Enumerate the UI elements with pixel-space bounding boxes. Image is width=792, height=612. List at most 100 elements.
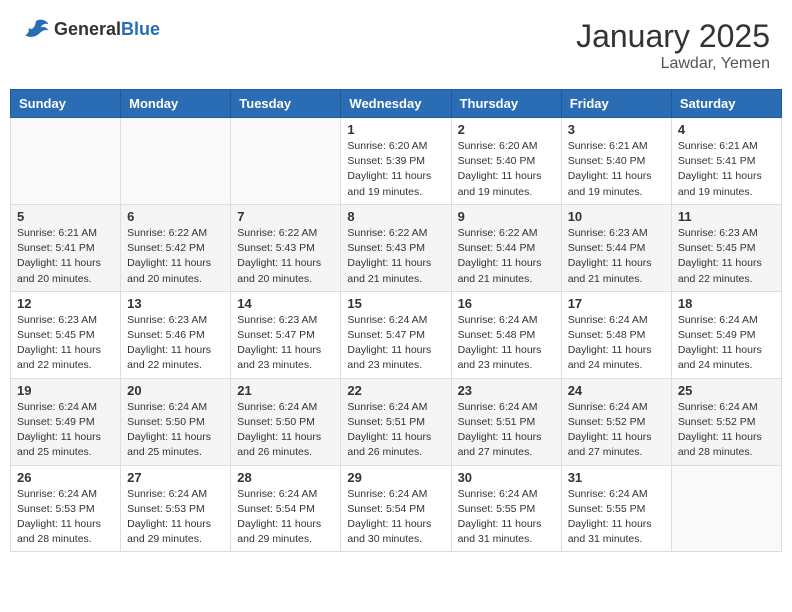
calendar-cell: 22Sunrise: 6:24 AMSunset: 5:51 PMDayligh… (341, 378, 451, 465)
day-info: Sunrise: 6:23 AMSunset: 5:45 PMDaylight:… (678, 226, 775, 287)
calendar-cell: 5 Sunrise: 6:21 AMSunset: 5:41 PMDaylight… (11, 204, 121, 291)
day-info: Sunrise: 6:24 AMSunset: 5:49 PMDaylight:… (678, 313, 775, 374)
day-number: 18 (678, 296, 775, 311)
day-info: Sunrise: 6:23 AMSunset: 5:47 PMDaylight:… (237, 313, 334, 374)
day-number: 24 (568, 383, 665, 398)
day-info: Sunrise: 6:24 AMSunset: 5:47 PMDaylight:… (347, 313, 444, 374)
calendar-cell: 1 Sunrise: 6:20 AMSunset: 5:39 PMDaylight… (341, 118, 451, 205)
weekday-header-friday: Friday (561, 90, 671, 118)
day-number: 8 (347, 209, 444, 224)
day-info: Sunrise: 6:24 AMSunset: 5:48 PMDaylight:… (458, 313, 555, 374)
logo: GeneralBlue (22, 18, 160, 40)
calendar-cell: 28Sunrise: 6:24 AMSunset: 5:54 PMDayligh… (231, 465, 341, 552)
day-info: Sunrise: 6:22 AMSunset: 5:44 PMDaylight:… (458, 226, 555, 287)
day-info: Sunrise: 6:24 AMSunset: 5:50 PMDaylight:… (237, 400, 334, 461)
calendar-cell: 9 Sunrise: 6:22 AMSunset: 5:44 PMDaylight… (451, 204, 561, 291)
day-info: Sunrise: 6:24 AMSunset: 5:54 PMDaylight:… (237, 487, 334, 548)
day-number: 15 (347, 296, 444, 311)
day-number: 10 (568, 209, 665, 224)
calendar-cell: 12Sunrise: 6:23 AMSunset: 5:45 PMDayligh… (11, 291, 121, 378)
day-number: 29 (347, 470, 444, 485)
day-info: Sunrise: 6:24 AMSunset: 5:52 PMDaylight:… (568, 400, 665, 461)
page-header: GeneralBlue January 2025 Lawdar, Yemen (10, 10, 782, 81)
calendar-week-row: 19Sunrise: 6:24 AMSunset: 5:49 PMDayligh… (11, 378, 782, 465)
logo-bird-icon (22, 18, 50, 40)
day-info: Sunrise: 6:21 AMSunset: 5:41 PMDaylight:… (17, 226, 114, 287)
calendar-cell: 25 Sunrise: 6:24 AMSunset: 5:52 PMDayligh… (671, 378, 781, 465)
day-number: 23 (458, 383, 555, 398)
day-info: Sunrise: 6:24 AMSunset: 5:54 PMDaylight:… (347, 487, 444, 548)
day-info: Sunrise: 6:24 AMSunset: 5:55 PMDaylight:… (568, 487, 665, 548)
day-number: 3 (568, 122, 665, 137)
day-info: Sunrise: 6:24 AMSunset: 5:53 PMDaylight:… (17, 487, 114, 548)
day-number: 16 (458, 296, 555, 311)
day-info: Sunrise: 6:24 AMSunset: 5:53 PMDaylight:… (127, 487, 224, 548)
day-info: Sunrise: 6:21 AMSunset: 5:40 PMDaylight:… (568, 139, 665, 200)
day-info: Sunrise: 6:24 AMSunset: 5:49 PMDaylight:… (17, 400, 114, 461)
day-info: Sunrise: 6:21 AMSunset: 5:41 PMDaylight:… (678, 139, 775, 200)
calendar-cell: 20 Sunrise: 6:24 AMSunset: 5:50 PMDayligh… (121, 378, 231, 465)
day-number: 22 (347, 383, 444, 398)
calendar-cell: 17 Sunrise: 6:24 AMSunset: 5:48 PMDayligh… (561, 291, 671, 378)
day-number: 17 (568, 296, 665, 311)
calendar-cell (11, 118, 121, 205)
calendar-cell: 2Sunrise: 6:20 AMSunset: 5:40 PMDaylight… (451, 118, 561, 205)
day-number: 27 (127, 470, 224, 485)
calendar-cell: 4 Sunrise: 6:21 AMSunset: 5:41 PMDaylight… (671, 118, 781, 205)
calendar-cell: 31 Sunrise: 6:24 AMSunset: 5:55 PMDayligh… (561, 465, 671, 552)
day-number: 13 (127, 296, 224, 311)
calendar-cell: 10 Sunrise: 6:23 AMSunset: 5:44 PMDayligh… (561, 204, 671, 291)
calendar-cell: 3 Sunrise: 6:21 AMSunset: 5:40 PMDaylight… (561, 118, 671, 205)
day-info: Sunrise: 6:22 AMSunset: 5:42 PMDaylight:… (127, 226, 224, 287)
calendar-cell: 24 Sunrise: 6:24 AMSunset: 5:52 PMDayligh… (561, 378, 671, 465)
calendar-cell: 19Sunrise: 6:24 AMSunset: 5:49 PMDayligh… (11, 378, 121, 465)
calendar-cell (231, 118, 341, 205)
day-number: 7 (237, 209, 334, 224)
day-info: Sunrise: 6:24 AMSunset: 5:50 PMDaylight:… (127, 400, 224, 461)
day-number: 2 (458, 122, 555, 137)
weekday-header-wednesday: Wednesday (341, 90, 451, 118)
calendar-cell: 29 Sunrise: 6:24 AMSunset: 5:54 PMDayligh… (341, 465, 451, 552)
calendar-cell: 30Sunrise: 6:24 AMSunset: 5:55 PMDayligh… (451, 465, 561, 552)
weekday-header-tuesday: Tuesday (231, 90, 341, 118)
calendar-cell: 26Sunrise: 6:24 AMSunset: 5:53 PMDayligh… (11, 465, 121, 552)
day-number: 5 (17, 209, 114, 224)
calendar-cell: 8 Sunrise: 6:22 AMSunset: 5:43 PMDaylight… (341, 204, 451, 291)
calendar-cell: 14 Sunrise: 6:23 AMSunset: 5:47 PMDayligh… (231, 291, 341, 378)
logo-general-text: General (54, 19, 121, 39)
day-info: Sunrise: 6:24 AMSunset: 5:52 PMDaylight:… (678, 400, 775, 461)
day-info: Sunrise: 6:20 AMSunset: 5:39 PMDaylight:… (347, 139, 444, 200)
day-info: Sunrise: 6:23 AMSunset: 5:46 PMDaylight:… (127, 313, 224, 374)
day-info: Sunrise: 6:23 AMSunset: 5:44 PMDaylight:… (568, 226, 665, 287)
day-info: Sunrise: 6:22 AMSunset: 5:43 PMDaylight:… (347, 226, 444, 287)
calendar-cell: 13 Sunrise: 6:23 AMSunset: 5:46 PMDayligh… (121, 291, 231, 378)
day-number: 31 (568, 470, 665, 485)
calendar-cell: 16 Sunrise: 6:24 AMSunset: 5:48 PMDayligh… (451, 291, 561, 378)
weekday-header-monday: Monday (121, 90, 231, 118)
day-number: 11 (678, 209, 775, 224)
day-number: 25 (678, 383, 775, 398)
day-number: 9 (458, 209, 555, 224)
weekday-header-row: SundayMondayTuesdayWednesdayThursdayFrid… (11, 90, 782, 118)
calendar-week-row: 1 Sunrise: 6:20 AMSunset: 5:39 PMDaylight… (11, 118, 782, 205)
day-number: 14 (237, 296, 334, 311)
calendar-cell: 23 Sunrise: 6:24 AMSunset: 5:51 PMDayligh… (451, 378, 561, 465)
day-number: 4 (678, 122, 775, 137)
day-info: Sunrise: 6:22 AMSunset: 5:43 PMDaylight:… (237, 226, 334, 287)
calendar-cell: 15 Sunrise: 6:24 AMSunset: 5:47 PMDayligh… (341, 291, 451, 378)
calendar-title: January 2025 (576, 18, 770, 55)
logo-blue-text: Blue (121, 19, 160, 39)
calendar-week-row: 5 Sunrise: 6:21 AMSunset: 5:41 PMDaylight… (11, 204, 782, 291)
calendar-cell: 7 Sunrise: 6:22 AMSunset: 5:43 PMDaylight… (231, 204, 341, 291)
calendar-cell: 21Sunrise: 6:24 AMSunset: 5:50 PMDayligh… (231, 378, 341, 465)
calendar-cell (121, 118, 231, 205)
title-block: January 2025 Lawdar, Yemen (576, 18, 770, 73)
day-number: 12 (17, 296, 114, 311)
calendar-cell: 18 Sunrise: 6:24 AMSunset: 5:49 PMDayligh… (671, 291, 781, 378)
day-info: Sunrise: 6:24 AMSunset: 5:48 PMDaylight:… (568, 313, 665, 374)
calendar-week-row: 26Sunrise: 6:24 AMSunset: 5:53 PMDayligh… (11, 465, 782, 552)
day-info: Sunrise: 6:24 AMSunset: 5:51 PMDaylight:… (458, 400, 555, 461)
day-number: 20 (127, 383, 224, 398)
calendar-week-row: 12Sunrise: 6:23 AMSunset: 5:45 PMDayligh… (11, 291, 782, 378)
day-number: 1 (347, 122, 444, 137)
